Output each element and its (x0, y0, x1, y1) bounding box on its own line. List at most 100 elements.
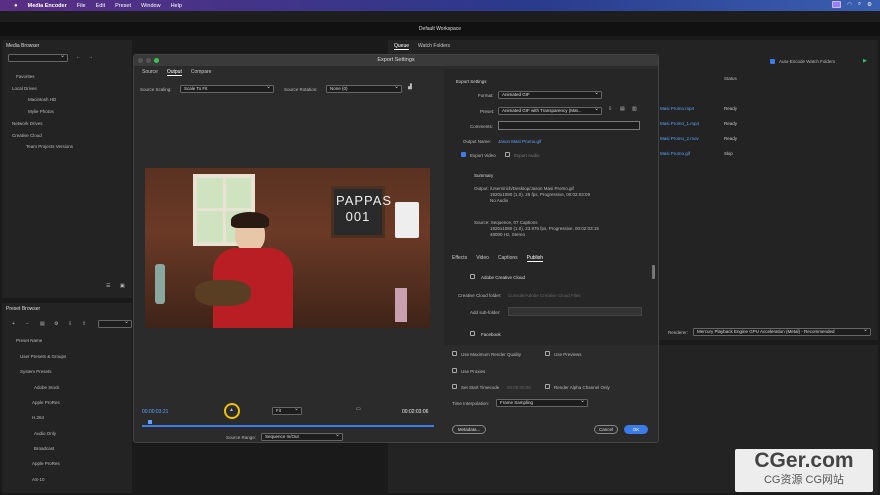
back-arrow-icon[interactable]: ← (76, 54, 81, 60)
tab-output[interactable]: Output (166, 69, 182, 76)
tree-system-presets[interactable]: System Presets (20, 369, 52, 374)
cancel-button[interactable]: Cancel (594, 425, 618, 434)
control-center-icon[interactable]: ⚙ (867, 2, 872, 8)
tree-apple-prores-2[interactable]: Apple ProRes (32, 461, 60, 466)
tree-network-drives[interactable]: Network Drives (12, 121, 43, 126)
tab-video[interactable]: Video (476, 255, 489, 262)
tree-favorites[interactable]: Favorites (16, 74, 35, 79)
preset-select[interactable]: Animated GIF with Transparency (Mat... (498, 106, 602, 115)
use-proxies-checkbox[interactable] (452, 368, 457, 373)
use-previews-label: Use Previews (554, 352, 582, 357)
list-view-icon[interactable]: ☰ (106, 283, 110, 289)
queue-item-name[interactable]: Masi Promo.mp4 (660, 106, 694, 111)
render-alpha-label: Render Alpha Channel Only (554, 385, 610, 390)
use-previews-checkbox[interactable] (545, 351, 550, 356)
export-icon[interactable]: ⇧ (82, 321, 86, 327)
cc-folder-label: Creative Cloud folder: (458, 293, 502, 298)
start-queue-icon[interactable]: ▶ (863, 58, 867, 64)
tab-source[interactable]: Source (142, 69, 158, 76)
source-rotation-select[interactable]: None (0) (326, 84, 402, 93)
import-icon[interactable]: ⇩ (68, 321, 72, 327)
thumbnail-view-icon[interactable]: ▣ (120, 283, 125, 289)
source-scaling-select[interactable]: Scale To Fit (180, 84, 274, 93)
queue-item-name[interactable]: Masi Promo_2.mov (660, 136, 699, 141)
preset-name-column[interactable]: Preset Name (16, 338, 42, 343)
auto-encode-checkbox[interactable] (770, 59, 775, 64)
menu-edit[interactable]: Edit (96, 3, 105, 9)
guitar (195, 280, 251, 306)
preset-search-input[interactable] (98, 319, 132, 328)
drive-select[interactable] (8, 53, 68, 62)
settings-scrollbar[interactable] (652, 265, 655, 279)
tree-user-presets[interactable]: User Presets & Groups (20, 354, 66, 359)
export-video-checkbox[interactable] (461, 152, 466, 157)
menu-preset[interactable]: Preset (115, 3, 131, 9)
search-icon[interactable]: ⌕ (858, 1, 861, 8)
output-name-link[interactable]: Jason Masi Promo.gif (498, 139, 541, 144)
summary-section-title[interactable]: Summary (474, 173, 493, 178)
delete-preset-icon[interactable]: ▥ (632, 106, 637, 112)
current-timecode[interactable]: 00:00:03:21 (142, 409, 168, 415)
start-timecode-value[interactable]: 00:00:00:00 (507, 385, 531, 390)
apple-icon[interactable]: ● (14, 3, 18, 9)
crop-icon[interactable]: ▟ (408, 84, 412, 90)
render-alpha-checkbox[interactable] (545, 384, 550, 389)
comments-input[interactable] (498, 121, 640, 130)
wifi-icon[interactable]: ◠ (847, 2, 852, 8)
zoom-window-icon[interactable] (154, 58, 159, 63)
metadata-button[interactable]: Metadata... (452, 425, 486, 434)
save-preset-icon[interactable]: ⇩ (608, 106, 612, 112)
export-settings-section-title[interactable]: Export Settings (456, 79, 487, 84)
format-select[interactable]: Animated GIF (498, 90, 602, 99)
tree-creative-cloud[interactable]: Creative Cloud (12, 133, 42, 138)
tree-h264[interactable]: H.264 (32, 415, 44, 420)
tab-publish[interactable]: Publish (526, 255, 544, 262)
tree-adobe-stock[interactable]: Adobe Stock (34, 385, 60, 390)
time-interpolation-select[interactable]: Frame Sampling (496, 398, 588, 407)
tree-audio-only[interactable]: Audio Only (34, 431, 56, 436)
workspace-title[interactable]: Default Workspace (419, 26, 461, 32)
ok-button[interactable]: OK (624, 425, 648, 434)
renderer-select[interactable]: Mercury Playback Engine GPU Acceleration… (693, 327, 871, 336)
forward-arrow-icon[interactable]: → (88, 54, 93, 60)
menu-window[interactable]: Window (141, 3, 161, 9)
tree-team-projects[interactable]: Team Projects Versions (26, 144, 73, 149)
tree-macintosh-hd[interactable]: Macintosh HD (28, 97, 56, 102)
menu-help[interactable]: Help (171, 3, 182, 9)
summary-output: Output: /Users/rich/Desktop/Jason Masi P… (474, 186, 574, 191)
tree-as10[interactable]: AS-10 (32, 477, 45, 482)
import-preset-icon[interactable]: ▤ (620, 106, 625, 112)
play-icon[interactable]: ▲ (229, 407, 234, 413)
timeline-scrubber[interactable] (142, 425, 434, 427)
set-start-timecode-checkbox[interactable] (452, 384, 457, 389)
screen-icon[interactable] (832, 1, 842, 8)
tab-captions[interactable]: Captions (498, 255, 518, 262)
playhead-marker[interactable] (148, 420, 152, 424)
subfolder-input[interactable] (508, 307, 642, 316)
tab-watch-folders[interactable]: Watch Folders (418, 43, 450, 50)
max-render-quality-checkbox[interactable] (452, 351, 457, 356)
settings-icon[interactable]: ⚙ (54, 321, 58, 327)
queue-item-name[interactable]: Masi Promo_1.mp4 (660, 121, 699, 126)
tree-local-drives[interactable]: Local Drives (12, 86, 37, 91)
adobe-cc-checkbox[interactable] (470, 274, 475, 279)
tree-broadcast[interactable]: Broadcast (34, 446, 54, 451)
tab-queue[interactable]: Queue (394, 43, 410, 50)
close-window-icon[interactable] (138, 58, 143, 63)
menu-file[interactable]: File (77, 3, 86, 9)
tree-mylie-photos[interactable]: Mylie Photos (28, 109, 54, 114)
queue-item-name[interactable]: Masi Promo.gif (660, 151, 690, 156)
app-menu[interactable]: Media Encoder (28, 3, 67, 9)
fit-select[interactable]: Fit (272, 406, 302, 415)
aspect-ratio-icon[interactable]: ▭ (356, 406, 361, 412)
tree-apple-prores[interactable]: Apple ProRes (32, 400, 60, 405)
tab-compare[interactable]: Compare (191, 69, 212, 76)
tab-effects[interactable]: Effects (452, 255, 467, 262)
remove-preset-icon[interactable]: − (26, 321, 29, 327)
new-group-icon[interactable]: ▤ (40, 321, 45, 327)
export-audio-checkbox[interactable] (505, 152, 510, 157)
minimize-window-icon[interactable] (146, 58, 151, 63)
add-preset-icon[interactable]: + (12, 321, 15, 327)
facebook-checkbox[interactable] (470, 331, 475, 336)
source-range-select[interactable]: Sequence In/Out (261, 432, 343, 441)
